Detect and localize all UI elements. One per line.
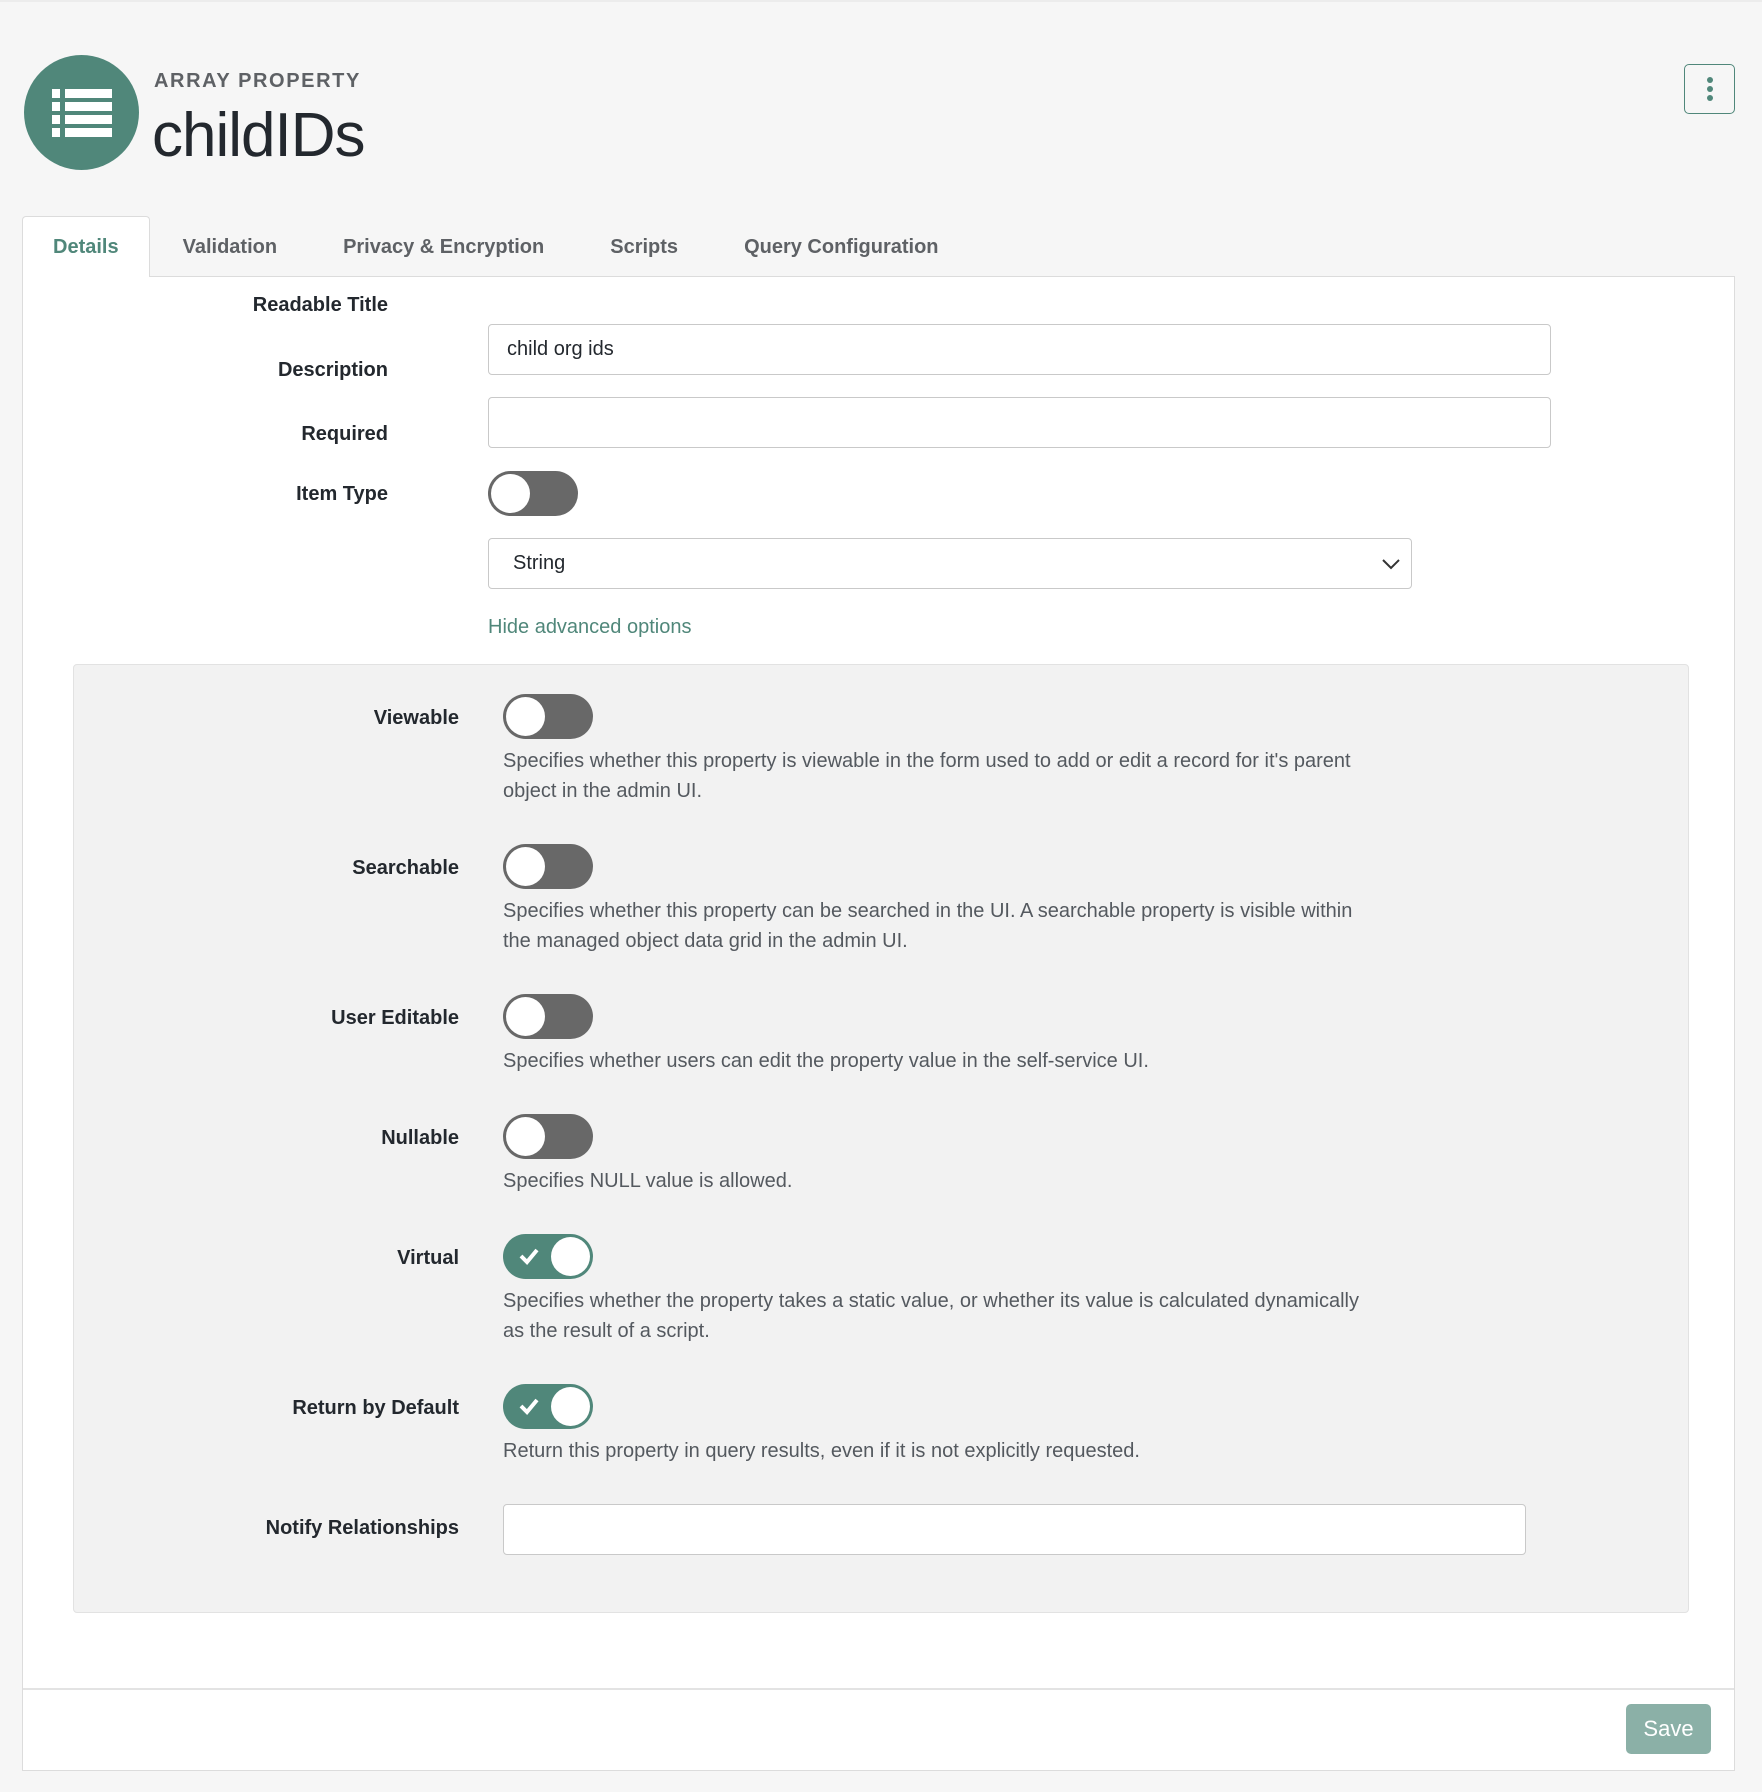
details-panel: Readable Title Description Required Item…	[22, 276, 1735, 1771]
searchable-help: Specifies whether this property can be s…	[503, 900, 1353, 952]
item-type-value: String	[513, 552, 566, 574]
page-title: childIDs	[152, 101, 366, 170]
list-icon	[51, 88, 112, 137]
kebab-dot	[1706, 86, 1713, 92]
readable-title-label: Readable Title	[252, 294, 388, 316]
hide-advanced-options-link[interactable]: Hide advanced options	[488, 616, 691, 639]
user-editable-toggle[interactable]	[503, 994, 593, 1039]
required-label: Required	[301, 423, 388, 445]
virtual-label: Virtual	[397, 1247, 459, 1269]
toggle-knob	[551, 1387, 590, 1426]
tab-scripts[interactable]: Scripts	[577, 216, 711, 277]
return-by-default-toggle[interactable]	[503, 1384, 593, 1429]
tab-query-configuration[interactable]: Query Configuration	[711, 216, 971, 277]
kebab-dot	[1706, 95, 1713, 101]
tab-bar: Details Validation Privacy & Encryption …	[22, 216, 972, 277]
advanced-options-panel: Viewable Specifies whether this property…	[73, 664, 1689, 1613]
chevron-down-icon	[1382, 558, 1400, 569]
toggle-knob	[506, 697, 545, 736]
property-type-avatar	[24, 55, 139, 170]
item-type-label: Item Type	[296, 483, 388, 505]
toggle-knob	[506, 1117, 545, 1156]
readable-title-input[interactable]	[488, 324, 1551, 375]
footer-divider	[23, 1688, 1734, 1690]
toggle-knob	[491, 474, 530, 513]
virtual-help: Specifies whether the property takes a s…	[503, 1290, 1359, 1342]
user-editable-help: Specifies whether users can edit the pro…	[503, 1050, 1149, 1072]
searchable-label: Searchable	[352, 857, 459, 879]
toggle-knob	[551, 1237, 590, 1276]
toggle-knob	[506, 997, 545, 1036]
description-label: Description	[277, 359, 388, 381]
virtual-toggle[interactable]	[503, 1234, 593, 1279]
top-border	[0, 0, 1762, 2]
notify-relationships-label: Notify Relationships	[265, 1517, 459, 1539]
return-by-default-label: Return by Default	[292, 1397, 459, 1419]
user-editable-label: User Editable	[331, 1007, 459, 1029]
required-toggle[interactable]	[488, 471, 578, 516]
viewable-label: Viewable	[373, 707, 459, 729]
save-button[interactable]: Save	[1626, 1704, 1711, 1754]
viewable-toggle[interactable]	[503, 694, 593, 739]
tab-validation[interactable]: Validation	[150, 216, 310, 277]
nullable-label: Nullable	[381, 1127, 459, 1149]
toggle-knob	[506, 847, 545, 886]
tab-privacy-encryption[interactable]: Privacy & Encryption	[310, 216, 577, 277]
tab-details[interactable]: Details	[22, 216, 150, 277]
nullable-toggle[interactable]	[503, 1114, 593, 1159]
notify-relationships-input[interactable]	[503, 1504, 1526, 1555]
nullable-help: Specifies NULL value is allowed.	[503, 1170, 793, 1192]
description-input[interactable]	[488, 397, 1551, 448]
kebab-menu-icon	[1706, 77, 1713, 83]
return-by-default-help: Return this property in query results, e…	[503, 1440, 1140, 1462]
property-type-label: ARRAY PROPERTY	[154, 70, 361, 92]
check-icon	[519, 1248, 539, 1265]
searchable-toggle[interactable]	[503, 844, 593, 889]
more-options-button[interactable]	[1684, 64, 1735, 114]
check-icon	[519, 1398, 539, 1415]
viewable-help: Specifies whether this property is viewa…	[503, 750, 1351, 802]
item-type-select[interactable]: String	[488, 538, 1412, 589]
